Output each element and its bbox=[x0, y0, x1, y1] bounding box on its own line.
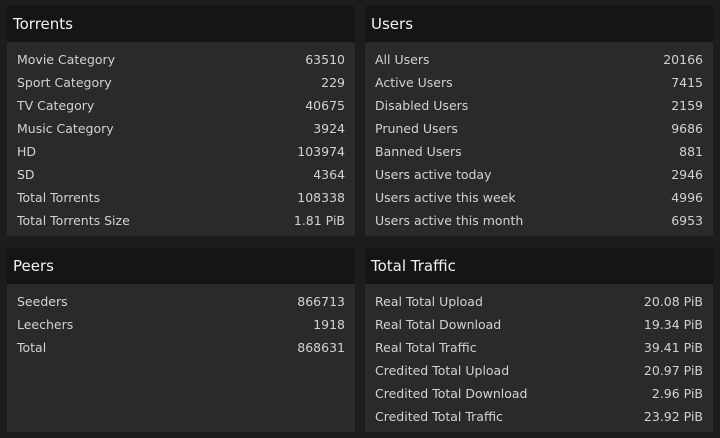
stat-row-tv-category: TV Category 40675 bbox=[7, 94, 355, 117]
stat-label: Credited Total Upload bbox=[375, 363, 510, 378]
stat-value: 7415 bbox=[671, 75, 703, 90]
stat-row-seeders: Seeders 866713 bbox=[7, 290, 355, 313]
stat-row-leechers: Leechers 1918 bbox=[7, 313, 355, 336]
stat-row-banned-users: Banned Users 881 bbox=[365, 140, 713, 163]
torrents-stats-list: Movie Category 63510 Sport Category 229 … bbox=[7, 42, 355, 232]
stat-value: 868631 bbox=[297, 340, 345, 355]
stat-label: Movie Category bbox=[17, 52, 116, 67]
stat-label: Total bbox=[17, 340, 47, 355]
stat-row-peers-total: Total 868631 bbox=[7, 336, 355, 359]
stat-row-pruned-users: Pruned Users 9686 bbox=[365, 117, 713, 140]
traffic-panel-title: Total Traffic bbox=[365, 248, 713, 284]
stat-label: Total Torrents Size bbox=[17, 213, 130, 228]
stat-value: 1918 bbox=[313, 317, 345, 332]
stat-label: Pruned Users bbox=[375, 121, 458, 136]
stat-row-credited-total-download: Credited Total Download 2.96 PiB bbox=[365, 382, 713, 405]
stat-label: Real Total Upload bbox=[375, 294, 483, 309]
peers-stats-list: Seeders 866713 Leechers 1918 Total 86863… bbox=[7, 284, 355, 359]
stat-row-credited-total-traffic: Credited Total Traffic 23.92 PiB bbox=[365, 405, 713, 428]
stat-value: 6953 bbox=[671, 213, 703, 228]
stat-value: 881 bbox=[679, 144, 703, 159]
stat-value: 108338 bbox=[297, 190, 345, 205]
stat-value: 19.34 PiB bbox=[643, 317, 703, 332]
stat-label: Disabled Users bbox=[375, 98, 469, 113]
stat-label: Seeders bbox=[17, 294, 68, 309]
stat-value: 866713 bbox=[297, 294, 345, 309]
stat-row-real-total-traffic: Real Total Traffic 39.41 PiB bbox=[365, 336, 713, 359]
stat-label: Real Total Traffic bbox=[375, 340, 477, 355]
stat-row-disabled-users: Disabled Users 2159 bbox=[365, 94, 713, 117]
stat-row-real-total-download: Real Total Download 19.34 PiB bbox=[365, 313, 713, 336]
stat-label: Sport Category bbox=[17, 75, 112, 90]
stat-label: Real Total Download bbox=[375, 317, 502, 332]
stat-row-users-active-month: Users active this month 6953 bbox=[365, 209, 713, 232]
users-stats-list: All Users 20166 Active Users 7415 Disabl… bbox=[365, 42, 713, 232]
users-panel-title: Users bbox=[365, 6, 713, 42]
stat-row-real-total-upload: Real Total Upload 20.08 PiB bbox=[365, 290, 713, 313]
stat-value: 39.41 PiB bbox=[643, 340, 703, 355]
stat-value: 1.81 PiB bbox=[293, 213, 345, 228]
stat-row-music-category: Music Category 3924 bbox=[7, 117, 355, 140]
torrents-panel-title: Torrents bbox=[7, 6, 355, 42]
stat-row-sport-category: Sport Category 229 bbox=[7, 71, 355, 94]
stat-value: 20166 bbox=[663, 52, 703, 67]
stat-value: 4364 bbox=[313, 167, 345, 182]
stat-label: Users active this week bbox=[375, 190, 516, 205]
peers-panel: Peers Seeders 866713 Leechers 1918 Total… bbox=[7, 248, 355, 432]
stat-label: Credited Total Traffic bbox=[375, 409, 503, 424]
stat-value: 3924 bbox=[313, 121, 345, 136]
stat-value: 63510 bbox=[305, 52, 345, 67]
stat-value: 4996 bbox=[671, 190, 703, 205]
peers-panel-title: Peers bbox=[7, 248, 355, 284]
stat-label: TV Category bbox=[17, 98, 95, 113]
stat-row-total-torrents-size: Total Torrents Size 1.81 PiB bbox=[7, 209, 355, 232]
stat-label: Leechers bbox=[17, 317, 74, 332]
stat-value: 20.08 PiB bbox=[643, 294, 703, 309]
stat-value: 2.96 PiB bbox=[651, 386, 703, 401]
stat-value: 103974 bbox=[297, 144, 345, 159]
stat-row-hd: HD 103974 bbox=[7, 140, 355, 163]
stat-row-movie-category: Movie Category 63510 bbox=[7, 48, 355, 71]
stat-row-active-users: Active Users 7415 bbox=[365, 71, 713, 94]
stat-label: Music Category bbox=[17, 121, 114, 136]
stat-label: HD bbox=[17, 144, 37, 159]
stat-label: Users active this month bbox=[375, 213, 524, 228]
stat-row-all-users: All Users 20166 bbox=[365, 48, 713, 71]
stat-row-sd: SD 4364 bbox=[7, 163, 355, 186]
stat-value: 9686 bbox=[671, 121, 703, 136]
stat-row-credited-total-upload: Credited Total Upload 20.97 PiB bbox=[365, 359, 713, 382]
stat-value: 229 bbox=[321, 75, 345, 90]
stat-row-users-active-week: Users active this week 4996 bbox=[365, 186, 713, 209]
stat-label: Active Users bbox=[375, 75, 453, 90]
stat-value: 40675 bbox=[305, 98, 345, 113]
stat-label: Total Torrents bbox=[17, 190, 101, 205]
stat-value: 2159 bbox=[671, 98, 703, 113]
stat-row-users-active-today: Users active today 2946 bbox=[365, 163, 713, 186]
stat-value: 23.92 PiB bbox=[643, 409, 703, 424]
stat-label: Credited Total Download bbox=[375, 386, 528, 401]
stat-label: SD bbox=[17, 167, 35, 182]
traffic-panel: Total Traffic Real Total Upload 20.08 Pi… bbox=[365, 248, 713, 432]
users-panel: Users All Users 20166 Active Users 7415 … bbox=[365, 6, 713, 236]
stat-label: Banned Users bbox=[375, 144, 462, 159]
torrents-panel: Torrents Movie Category 63510 Sport Cate… bbox=[7, 6, 355, 236]
stat-value: 2946 bbox=[671, 167, 703, 182]
stat-label: All Users bbox=[375, 52, 430, 67]
stat-row-total-torrents: Total Torrents 108338 bbox=[7, 186, 355, 209]
stat-label: Users active today bbox=[375, 167, 492, 182]
traffic-stats-list: Real Total Upload 20.08 PiB Real Total D… bbox=[365, 284, 713, 428]
stat-value: 20.97 PiB bbox=[643, 363, 703, 378]
